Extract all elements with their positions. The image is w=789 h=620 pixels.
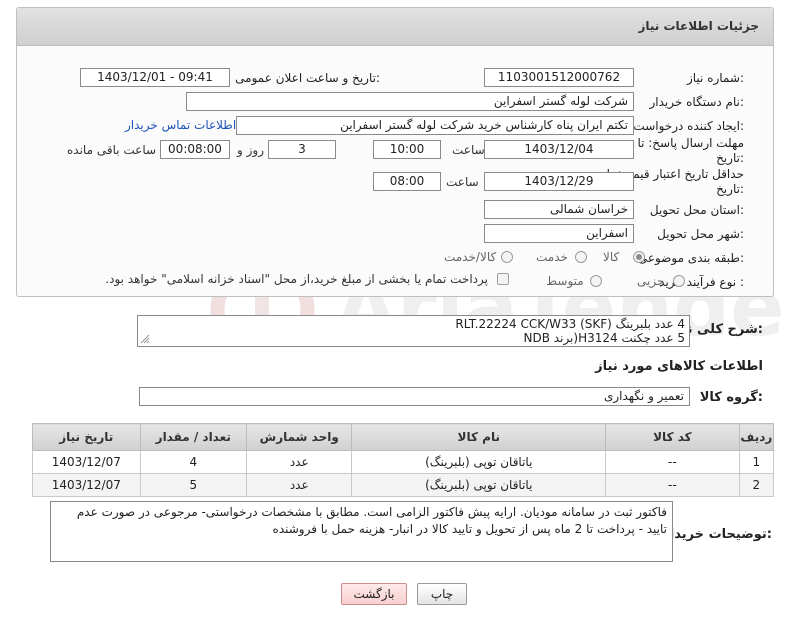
category-radio-goods-service[interactable] — [501, 251, 513, 263]
purchase-radio-medium[interactable] — [590, 275, 602, 287]
purchase-option-minor: جزیی — [637, 274, 665, 288]
requester-label: ایجاد کننده درخواست: — [633, 119, 744, 133]
need-number-label: شماره نیاز: — [686, 71, 744, 85]
goods-info-title: اطلاعات کالاهای مورد نیاز — [595, 359, 763, 374]
remaining-days-field: 3 — [268, 140, 336, 159]
cell-row: 2 — [738, 473, 775, 497]
treasury-checkbox[interactable] — [497, 273, 509, 285]
table-row[interactable]: 2 -- یاتاقان توپی (بلبرینگ) عدد 5 1403/1… — [32, 473, 775, 497]
col-row: ردیف — [738, 423, 775, 451]
panel-header: جزئیات اطلاعات نیاز — [17, 8, 773, 46]
category-option-goods: کالا — [603, 250, 620, 264]
cell-unit: عدد — [246, 450, 353, 474]
province-field: خراسان شمالی — [484, 200, 634, 219]
cell-name: یاتاقان توپی (بلبرینگ) — [351, 473, 607, 497]
cell-date: 1403/12/07 — [32, 450, 141, 474]
days-label: روز و — [237, 143, 264, 157]
cell-unit: عدد — [246, 473, 353, 497]
need-number-field: 1103001512000762 — [484, 68, 634, 87]
goods-group-field: تعمیر و نگهداری — [139, 387, 690, 406]
reply-deadline-label: مهلت ارسال پاسخ: تا — [637, 136, 744, 150]
col-date: تاریخ نیاز — [32, 423, 141, 451]
category-option-service: خدمت — [536, 250, 568, 264]
cell-code: -- — [605, 450, 740, 474]
buyer-org-field: شرکت لوله گستر اسفراین — [186, 92, 634, 111]
remaining-time-label: ساعت باقی مانده — [67, 143, 157, 157]
category-radio-goods[interactable] — [633, 251, 645, 263]
purchase-option-medium: متوسط — [546, 274, 584, 288]
description-line-1: 4 عدد بلبرینگ RLT.22224 CCK/W33 (SKF) — [455, 317, 685, 331]
buyer-org-label: نام دستگاه خریدار: — [649, 95, 745, 109]
province-label: استان محل تحویل: — [649, 203, 744, 217]
category-radio-service[interactable] — [575, 251, 587, 263]
price-validity-time-field: 08:00 — [373, 172, 441, 191]
buyer-notes-label: توضیحات خریدار: — [662, 527, 772, 542]
description-box[interactable]: 4 عدد بلبرینگ RLT.22224 CCK/W33 (SKF) 5 … — [137, 315, 690, 347]
col-unit: واحد شمارش — [246, 423, 353, 451]
purchase-type-label: نوع فرآیند خرید : — [659, 275, 744, 289]
reply-deadline-date-field: 1403/12/04 — [484, 140, 634, 159]
buyer-contact-link[interactable]: اطلاعات تماس خریدار — [125, 118, 236, 132]
city-field: اسفراین — [484, 224, 634, 243]
cell-qty: 4 — [139, 450, 248, 474]
price-validity-date-field: 1403/12/29 — [484, 172, 634, 191]
cell-code: -- — [605, 473, 740, 497]
reply-deadline-time-field: 10:00 — [373, 140, 441, 159]
items-table: ردیف کد کالا نام کالا واحد شمارش تعداد /… — [32, 423, 775, 497]
price-validity-label-2: تاریخ: — [716, 182, 744, 196]
category-label: طبقه بندی موضوعی: — [637, 251, 744, 265]
buyer-notes-text: فاکتور ثبت در سامانه مودیان. ارایه پیش ف… — [76, 505, 667, 536]
table-header-row: ردیف کد کالا نام کالا واحد شمارش تعداد /… — [32, 423, 775, 451]
announce-datetime-label: تاریخ و ساعت اعلان عمومی: — [235, 71, 380, 85]
resize-grip-icon[interactable] — [140, 334, 150, 344]
remaining-time-field: 00:08:00 — [160, 140, 230, 159]
col-qty: تعداد / مقدار — [139, 423, 248, 451]
table-row[interactable]: 1 -- یاتاقان توپی (بلبرینگ) عدد 4 1403/1… — [32, 450, 775, 474]
print-button[interactable]: چاپ — [417, 583, 467, 605]
announce-datetime-field: 1403/12/01 - 09:41 — [80, 68, 230, 87]
back-button[interactable]: بازگشت — [341, 583, 407, 605]
validity-time-label: ساعت — [446, 175, 479, 189]
cell-date: 1403/12/07 — [32, 473, 141, 497]
reply-time-label: ساعت — [452, 143, 485, 157]
cell-row: 1 — [738, 450, 775, 474]
treasury-note: پرداخت تمام یا بخشی از مبلغ خرید،از محل … — [105, 272, 488, 286]
requester-field: تکتم ایران پناه کارشناس خرید شرکت لوله گ… — [236, 116, 634, 135]
category-option-goods-service: کالا/خدمت — [444, 250, 497, 264]
description-line-2: 5 عدد چکنت H3124(برند NDB — [523, 331, 685, 345]
goods-group-label: گروه کالا: — [699, 390, 763, 405]
cell-name: یاتاقان توپی (بلبرینگ) — [351, 450, 607, 474]
panel-title: جزئیات اطلاعات نیاز — [638, 19, 759, 33]
purchase-radio-minor[interactable] — [673, 275, 685, 287]
reply-deadline-label-2: تاریخ: — [716, 151, 744, 165]
col-name: نام کالا — [351, 423, 607, 451]
cell-qty: 5 — [139, 473, 248, 497]
city-label: شهر محل تحویل: — [657, 227, 744, 241]
col-code: کد کالا — [605, 423, 740, 451]
buyer-notes-box[interactable]: فاکتور ثبت در سامانه مودیان. ارایه پیش ف… — [50, 501, 673, 562]
